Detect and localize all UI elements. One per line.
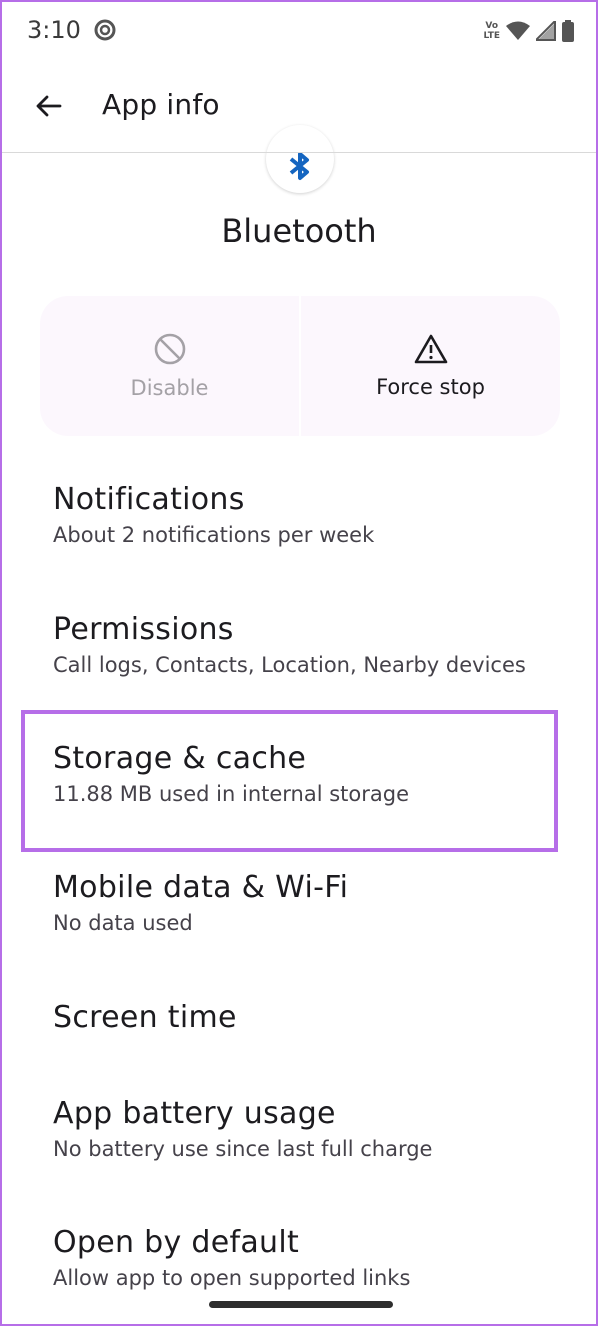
item-subtitle: No data used — [53, 911, 193, 935]
app-bar-divider — [2, 152, 596, 153]
list-item-mobile-data[interactable]: Mobile data & Wi-Fi No data used — [2, 870, 596, 990]
item-title: Open by default — [53, 1225, 300, 1260]
back-button[interactable] — [30, 88, 66, 124]
screen: 3:10 Vo LTE App info Bluetooth Disable F… — [0, 0, 598, 1326]
list-item-battery-usage[interactable]: App battery usage No battery use since l… — [2, 1096, 596, 1216]
item-title: Notifications — [53, 482, 245, 517]
block-icon — [154, 333, 185, 365]
warning-icon — [414, 334, 447, 364]
item-subtitle: Allow app to open supported links — [53, 1266, 411, 1290]
item-subtitle: No battery use since last full charge — [53, 1137, 433, 1161]
list-item-open-by-default[interactable]: Open by default Allow app to open suppor… — [2, 1225, 596, 1324]
app-name: Bluetooth — [221, 212, 377, 250]
force-stop-button[interactable]: Force stop — [301, 296, 560, 436]
item-title: Screen time — [53, 1000, 237, 1035]
app-notification-icon — [94, 19, 116, 41]
status-time: 3:10 — [27, 16, 81, 44]
volte-icon: Vo LTE — [483, 21, 500, 41]
force-stop-label: Force stop — [376, 375, 485, 399]
action-card: Disable Force stop — [40, 296, 560, 436]
status-bar: 3:10 Vo LTE — [2, 2, 596, 64]
item-title: Mobile data & Wi-Fi — [53, 870, 349, 905]
battery-icon — [562, 20, 574, 42]
cell-signal-icon — [536, 21, 556, 41]
item-title: Permissions — [53, 612, 234, 647]
disable-button[interactable]: Disable — [40, 296, 299, 436]
item-title: App battery usage — [53, 1096, 336, 1131]
home-indicator[interactable] — [209, 1301, 393, 1308]
item-subtitle: About 2 notifications per week — [53, 523, 375, 547]
arrow-back-icon — [36, 95, 62, 117]
wifi-icon — [506, 21, 530, 40]
page-title: App info — [102, 88, 220, 121]
status-icons: Vo LTE — [483, 18, 574, 44]
list-item-notifications[interactable]: Notifications About 2 notifications per … — [2, 482, 596, 602]
app-icon — [266, 125, 334, 193]
highlight-box — [21, 710, 558, 852]
bluetooth-icon — [289, 152, 309, 180]
disable-label: Disable — [130, 376, 209, 400]
item-subtitle: Call logs, Contacts, Location, Nearby de… — [53, 653, 526, 677]
